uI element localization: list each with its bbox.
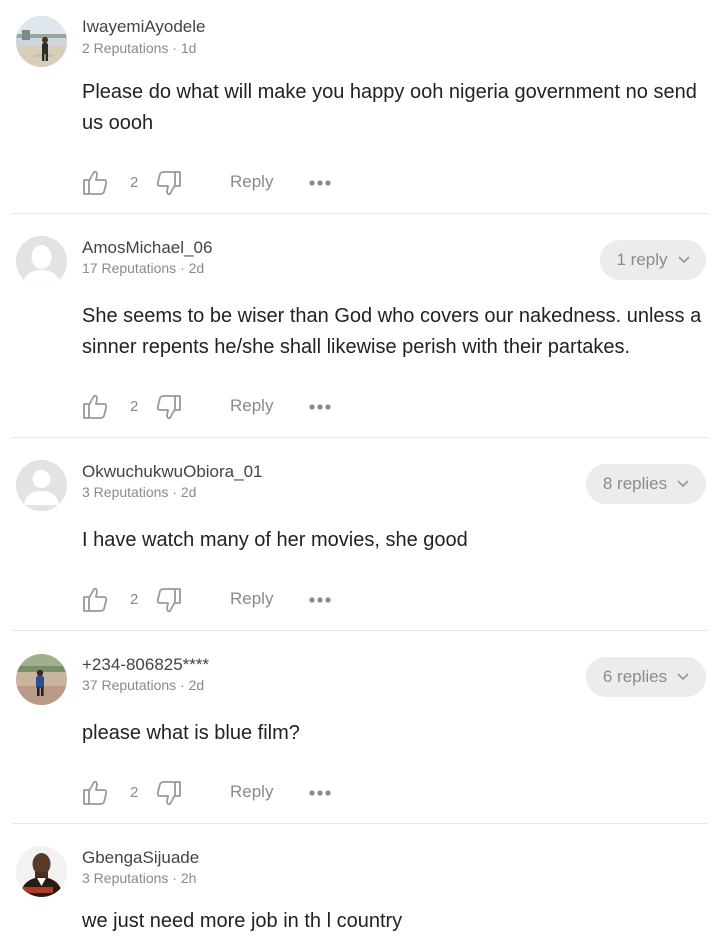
thumbs-up-icon[interactable] [82,392,108,422]
reputation-time: 17 Reputations · 2d [82,260,205,276]
comment-actions: 2 Reply [82,392,382,422]
avatar[interactable] [16,654,67,705]
avatar-photo [16,654,67,705]
thumbs-down-icon[interactable] [156,585,182,615]
reply-button[interactable]: Reply [230,396,273,416]
comment-actions: 2 Reply [82,778,382,808]
divider [12,437,708,438]
avatar[interactable] [16,846,67,897]
thumbs-up-icon[interactable] [82,778,108,808]
chevron-down-icon [677,480,689,488]
thumbs-up-icon[interactable] [82,168,108,198]
comment-text: I have watch many of her movies, she goo… [82,529,468,551]
chevron-down-icon [677,256,690,264]
username[interactable]: GbengaSijuade [82,848,199,868]
thumbs-up-icon[interactable] [82,585,108,615]
default-avatar-icon [16,460,67,511]
avatar-photo [16,16,67,67]
replies-label: 1 reply [616,250,668,269]
comment-actions: 2 Reply [82,585,382,615]
reputation-time: 3 Reputations · 2d [82,484,197,500]
reply-button[interactable]: Reply [230,782,273,802]
reply-button[interactable]: Reply [230,172,273,192]
divider [12,213,708,214]
like-count: 2 [130,591,139,608]
more-dots-icon[interactable] [308,168,332,198]
thumbs-down-icon[interactable] [156,392,182,422]
more-dots-icon[interactable] [308,392,332,422]
like-count: 2 [130,784,139,801]
like-count: 2 [130,174,139,191]
more-dots-icon[interactable] [308,778,332,808]
comment-actions: 2 Reply [82,168,382,198]
view-replies-button[interactable]: 1 reply [600,240,706,280]
view-replies-button[interactable]: 6 replies [586,657,706,697]
chevron-down-icon [677,673,689,681]
reputation-time: 3 Reputations · 2h [82,870,197,886]
avatar[interactable] [16,236,67,287]
view-replies-button[interactable]: 8 replies [586,464,706,504]
default-avatar-icon [16,236,67,287]
username[interactable]: OkwuchukwuObiora_01 [82,462,262,482]
username[interactable]: +234-806825**** [82,655,209,675]
reply-button[interactable]: Reply [230,589,273,609]
divider [12,630,708,631]
username[interactable]: AmosMichael_06 [82,238,212,258]
replies-label: 8 replies [602,474,668,493]
like-count: 2 [130,398,139,415]
comment-text: She seems to be wiser than God who cover… [82,305,702,358]
avatar[interactable] [16,16,67,67]
replies-label: 6 replies [602,667,668,686]
comment-text: please what is blue film? [82,722,300,744]
reputation-time: 37 Reputations · 2d [82,677,205,693]
comment-text: Please do what will make you happy ooh n… [82,81,697,134]
username[interactable]: IwayemiAyodele [82,17,205,37]
divider [12,823,708,824]
avatar[interactable] [16,460,67,511]
reputation-time: 2 Reputations · 1d [82,40,197,56]
thumbs-down-icon[interactable] [156,168,182,198]
more-dots-icon[interactable] [308,585,332,615]
avatar-photo [16,846,67,897]
comment-text: we just need more job in th l country [82,910,403,932]
thumbs-down-icon[interactable] [156,778,182,808]
